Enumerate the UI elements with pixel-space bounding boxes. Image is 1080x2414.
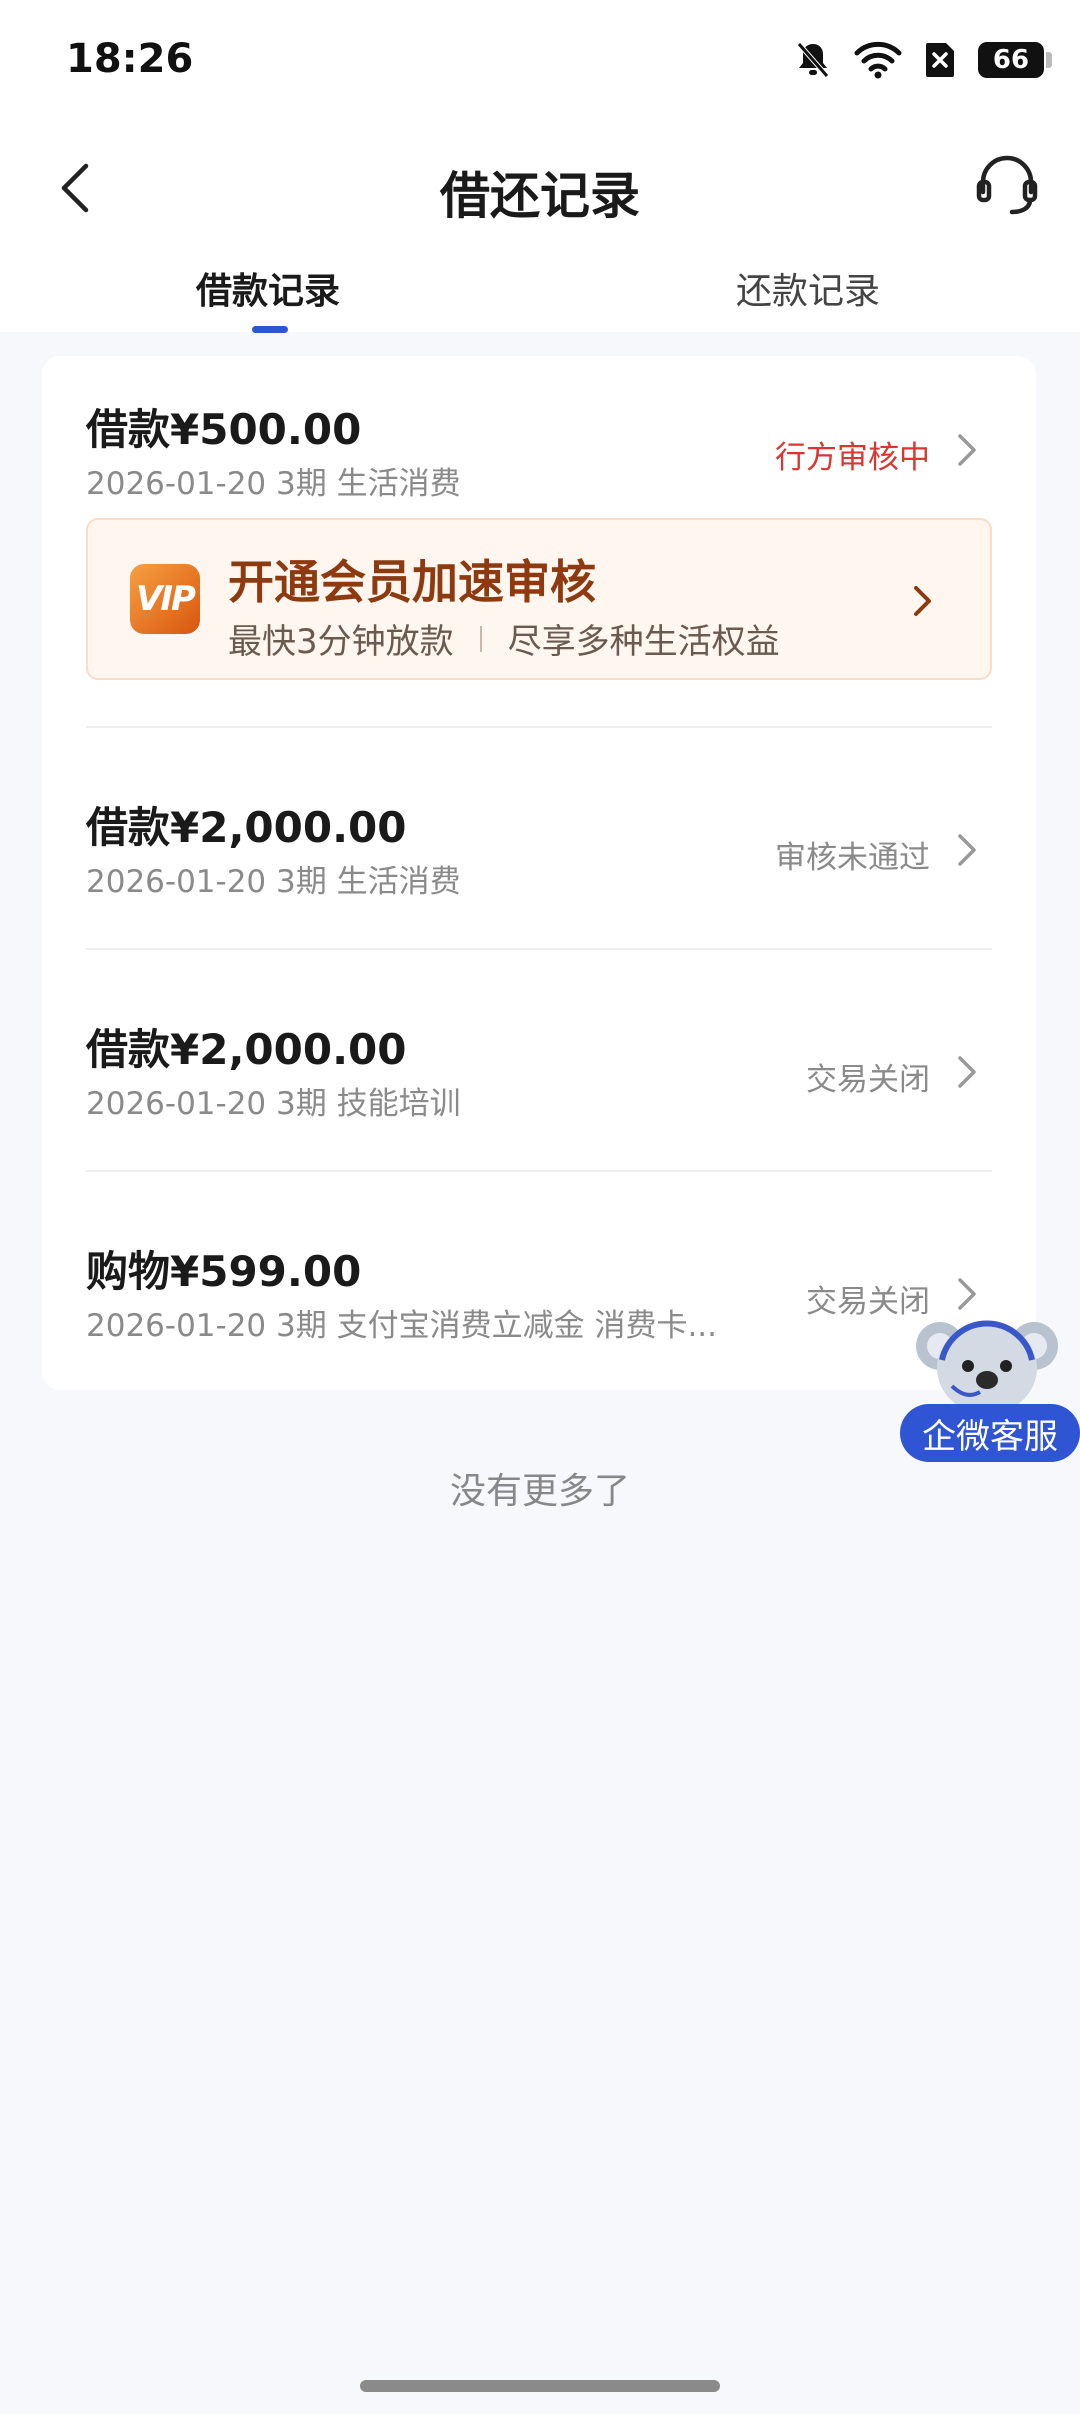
vip-banner-subtitle: 最快3分钟放款 尽享多种生活权益 — [228, 614, 780, 663]
home-indicator — [360, 2380, 720, 2392]
records-card: 借款¥500.00 2026-01-20 3期 生活消费 行方审核中 VIP 开… — [42, 356, 1036, 1390]
record-status: 交易关闭 — [806, 1062, 930, 1098]
tab-borrow-records[interactable]: 借款记录 — [196, 262, 340, 314]
chevron-right-icon — [958, 434, 976, 466]
record-item[interactable]: 借款¥500.00 2026-01-20 3期 生活消费 行方审核中 — [86, 356, 992, 502]
record-meta: 2026-01-20 3期 生活消费 — [86, 864, 461, 900]
page-title: 借还记录 — [440, 167, 640, 225]
chevron-right-icon — [958, 834, 976, 866]
record-meta: 2026-01-20 3期 生活消费 — [86, 466, 461, 502]
tab-active-indicator — [252, 326, 288, 333]
record-item[interactable]: 购物¥599.00 2026-01-20 3期 支付宝消费立减金 消费卡... … — [86, 1172, 992, 1390]
vip-banner-title: 开通会员加速审核 — [228, 555, 596, 609]
record-meta: 2026-01-20 3期 支付宝消费立减金 消费卡... — [86, 1308, 718, 1344]
vip-sub-right: 尽享多种生活权益 — [507, 622, 780, 662]
battery-indicator: 66 — [978, 42, 1052, 78]
headset-icon[interactable] — [974, 152, 1040, 218]
record-meta: 2026-01-20 3期 技能培训 — [86, 1086, 461, 1122]
vip-banner[interactable]: VIP 开通会员加速审核 最快3分钟放款 尽享多种生活权益 — [86, 518, 992, 680]
record-item[interactable]: 借款¥2,000.00 2026-01-20 3期 技能培训 交易关闭 — [86, 950, 992, 1170]
record-amount: 借款¥2,000.00 — [86, 1025, 407, 1074]
wifi-icon — [854, 41, 902, 79]
record-status: 审核未通过 — [775, 840, 930, 876]
record-amount: 借款¥500.00 — [86, 405, 362, 454]
status-time: 18:26 — [66, 36, 194, 82]
vip-badge-icon: VIP — [130, 564, 200, 634]
bell-muted-icon — [797, 42, 829, 78]
vip-sub-left: 最快3分钟放款 — [228, 622, 454, 662]
record-amount: 购物¥599.00 — [86, 1247, 362, 1296]
chevron-right-icon — [914, 586, 931, 616]
record-amount: 借款¥2,000.00 — [86, 803, 407, 852]
wecom-service-button[interactable]: 企微客服 — [900, 1404, 1080, 1462]
record-item[interactable]: 借款¥2,000.00 2026-01-20 3期 生活消费 审核未通过 — [86, 728, 992, 948]
vip-sub-separator — [479, 625, 482, 652]
no-more-text: 没有更多了 — [449, 1471, 630, 1512]
record-status: 行方审核中 — [775, 440, 930, 476]
sim-off-icon — [926, 43, 954, 77]
tab-repay-records[interactable]: 还款记录 — [736, 262, 880, 314]
chevron-right-icon — [958, 1056, 976, 1088]
status-icons: 66 — [794, 40, 1052, 80]
chevron-right-icon — [958, 1278, 976, 1310]
